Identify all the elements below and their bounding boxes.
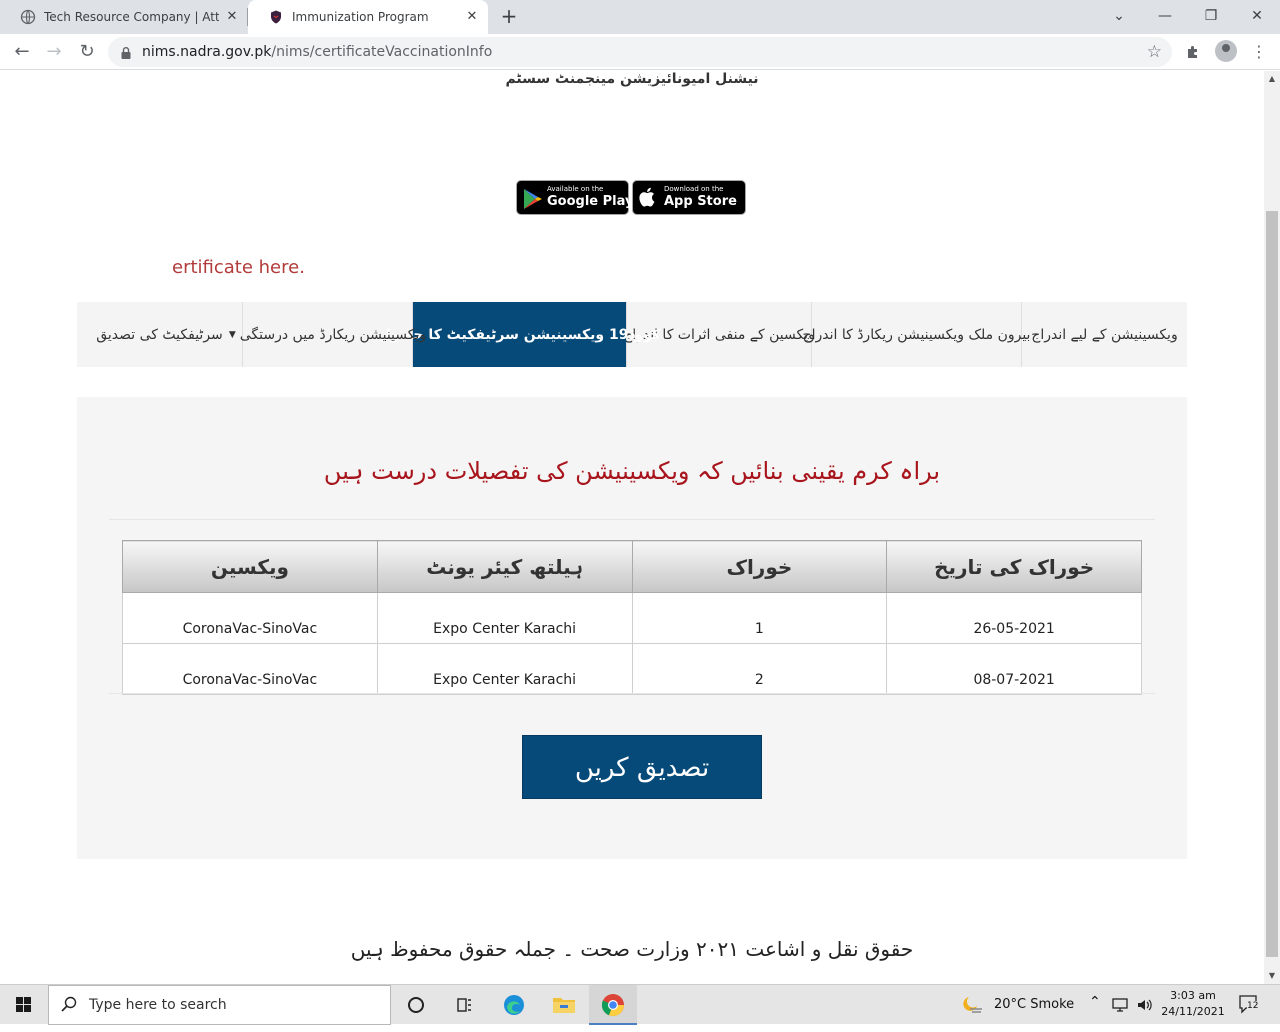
app-store-badge[interactable]: Download on the App Store	[632, 180, 746, 215]
back-icon[interactable]: ←	[10, 40, 34, 64]
windows-taskbar: Type here to search 20°C Smoke ⌃ 3:03 am…	[0, 984, 1280, 1025]
tab-title: Tech Resource Company | Attendance	[44, 10, 219, 24]
forward-icon[interactable]: →	[42, 40, 66, 64]
taskbar-clock[interactable]: 3:03 am 24/11/2021	[1160, 988, 1226, 1020]
close-window-icon[interactable]: ✕	[1245, 5, 1269, 27]
url-domain: nims.nadra.gov.pk	[142, 44, 272, 60]
lock-icon	[120, 45, 132, 59]
tab-search-icon[interactable]: ⌄	[1107, 5, 1131, 27]
edge-browser-icon[interactable]	[490, 985, 538, 1025]
nav-vaccination-registration[interactable]: ویکسینیشن کے لیے اندراج	[1021, 302, 1187, 367]
cell-dose-date: 26-05-2021	[886, 592, 1142, 644]
footer-copyright: حقوق نقل و اشاعت ۲۰۲۱ وزارت صحت ۔ جملہ ح…	[350, 937, 914, 961]
scroll-down-icon[interactable]: ▼	[1264, 968, 1280, 984]
scrolling-notice: ertificate here.	[172, 257, 305, 278]
volume-icon[interactable]	[1136, 997, 1154, 1017]
extensions-icon[interactable]	[1181, 40, 1205, 64]
close-tab-icon[interactable]: ✕	[224, 9, 240, 25]
column-header-health-unit: ہیلتھ کیئر یونٹ	[376, 540, 633, 593]
table-row: 08-07-2021 2 Expo Center Karachi CoronaV…	[122, 643, 1142, 695]
notification-center-icon[interactable]: 12	[1238, 994, 1260, 1014]
divider	[109, 519, 1155, 520]
table-header-row: خوراک کی تاریخ خوراک ہیلتھ کیئر یونٹ ویک…	[122, 540, 1142, 593]
reload-icon[interactable]: ↻	[75, 40, 99, 64]
new-tab-button[interactable]: +	[497, 5, 521, 29]
network-icon[interactable]	[1111, 997, 1129, 1017]
nav-abroad-vaccination-record[interactable]: بیرون ملک ویکسینیشن ریکارڈ کا اندراج	[803, 302, 1030, 367]
globe-icon	[20, 9, 36, 25]
url-path: /nims/certificateVaccinationInfo	[271, 44, 493, 60]
details-heading: براہ کرم یقینی بنائیں کہ ویکسینیشن کی تف…	[323, 457, 941, 485]
notification-count: 12	[1247, 1001, 1259, 1011]
taskbar-search-box[interactable]: Type here to search	[48, 985, 391, 1025]
tab-tech-resource[interactable]: Tech Resource Company | Attendance ✕	[0, 0, 248, 34]
search-placeholder: Type here to search	[89, 997, 227, 1013]
nav-record-correction[interactable]: ویکسینیشن ریکارڈ میں درستگی ▼	[229, 302, 426, 367]
cell-vaccine: CoronaVac-SinoVac	[122, 643, 378, 695]
scrollbar-thumb[interactable]	[1266, 211, 1278, 957]
app-store-small-text: Download on the	[664, 185, 724, 193]
vaccination-table: خوراک کی تاریخ خوراک ہیلتھ کیئر یونٹ ویک…	[122, 540, 1142, 695]
cortana-icon[interactable]	[392, 985, 440, 1025]
bookmark-star-icon[interactable]: ☆	[1147, 42, 1162, 62]
windows-start-icon[interactable]	[0, 985, 48, 1025]
menu-kebab-icon[interactable]: ⋮	[1247, 40, 1271, 64]
main-navigation: ویکسینیشن کے لیے اندراج بیرون ملک ویکسین…	[77, 302, 1187, 367]
nav-label: ویکسینیشن کے لیے اندراج	[1031, 326, 1178, 343]
google-play-small-text: Available on the	[547, 185, 604, 193]
cell-dose: 2	[631, 643, 888, 695]
weather-moon-icon[interactable]	[960, 995, 984, 1019]
clock-time: 3:03 am	[1170, 989, 1216, 1002]
cell-health-unit: Expo Center Karachi	[376, 643, 633, 695]
browser-toolbar: ← → ↻ nims.nadra.gov.pk/nims/certificate…	[0, 34, 1280, 70]
column-header-dose: خوراک	[631, 540, 888, 593]
site-subtitle: نیشنل امیونائیزیشن مینجمنٹ سسٹم	[505, 71, 759, 87]
task-view-icon[interactable]	[440, 985, 488, 1025]
page-viewport: نیشنل امیونائیزیشن مینجمنٹ سسٹم Availabl…	[0, 71, 1264, 984]
search-icon	[61, 996, 77, 1016]
shield-icon	[268, 9, 284, 25]
cell-vaccine: CoronaVac-SinoVac	[122, 592, 378, 644]
chrome-browser-icon[interactable]	[589, 985, 637, 1025]
restore-icon[interactable]: ❐	[1199, 5, 1223, 27]
google-play-icon	[523, 188, 543, 214]
cell-health-unit: Expo Center Karachi	[376, 592, 633, 644]
clock-date: 24/11/2021	[1161, 1005, 1225, 1018]
apple-icon	[639, 186, 657, 212]
show-hidden-icons-chevron-icon[interactable]: ⌃	[1089, 994, 1101, 1010]
url-text: nims.nadra.gov.pk/nims/certificateVaccin…	[142, 44, 492, 60]
table-row: 26-05-2021 1 Expo Center Karachi CoronaV…	[122, 592, 1142, 644]
cell-dose-date: 08-07-2021	[886, 643, 1142, 695]
column-header-dose-date: خوراک کی تاریخ	[886, 540, 1142, 593]
scroll-up-icon[interactable]: ▲	[1264, 71, 1280, 87]
minimize-icon[interactable]: —	[1153, 5, 1177, 27]
file-explorer-icon[interactable]	[540, 985, 588, 1025]
close-tab-icon[interactable]: ✕	[464, 9, 480, 25]
nav-certificate-verification[interactable]: سرٹیفکیٹ کی تصدیق	[77, 302, 242, 367]
google-play-badge[interactable]: Available on the Google Play	[516, 180, 633, 215]
browser-tab-bar: Tech Resource Company | Attendance ✕ Imm…	[0, 0, 1280, 34]
column-header-vaccine: ویکسین	[122, 540, 378, 593]
tab-immunization-program[interactable]: Immunization Program ✕	[248, 0, 488, 34]
cell-dose: 1	[631, 592, 888, 644]
google-play-big-text: Google Play	[547, 194, 634, 209]
nav-label: بیرون ملک ویکسینیشن ریکارڈ کا اندراج	[802, 326, 1031, 343]
profile-avatar-icon[interactable]	[1215, 40, 1237, 62]
nav-covid-certificate[interactable]: کووڈ19 ویکسینیشن سرٹیفکیٹ کا حصول	[379, 302, 660, 367]
nav-label: سرٹیفکیٹ کی تصدیق	[96, 326, 223, 343]
page-scrollbar[interactable]: ▲ ▼	[1264, 71, 1280, 984]
tab-title: Immunization Program	[292, 10, 429, 24]
address-bar[interactable]: nims.nadra.gov.pk/nims/certificateVaccin…	[108, 37, 1172, 67]
verify-button[interactable]: تصدیق کریں	[522, 735, 762, 799]
weather-text[interactable]: 20°C Smoke	[994, 997, 1074, 1012]
app-store-big-text: App Store	[664, 194, 737, 209]
divider	[109, 693, 1155, 694]
nav-label: ویکسینیشن ریکارڈ میں درستگی	[239, 326, 427, 343]
vaccination-details-panel: براہ کرم یقینی بنائیں کہ ویکسینیشن کی تف…	[77, 397, 1187, 859]
